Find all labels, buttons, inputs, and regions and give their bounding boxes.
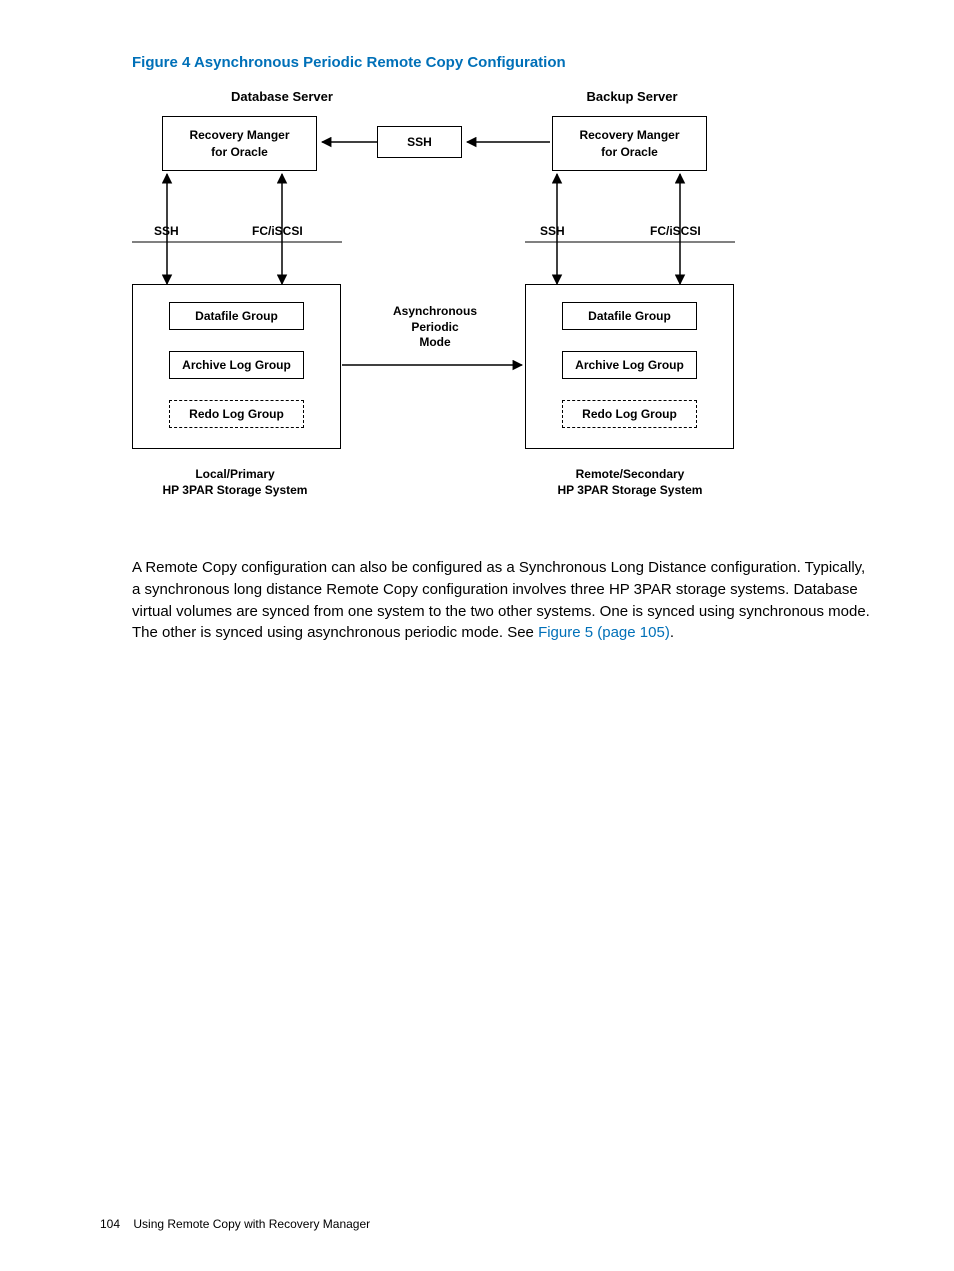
paragraph-after: .: [670, 624, 674, 641]
fciscsi-left-label: FC/iSCSI: [252, 224, 303, 240]
backup-server-header: Backup Server: [557, 89, 707, 104]
datafile-right: Datafile Group: [562, 302, 697, 330]
paragraph-text: A Remote Copy configuration can also be …: [132, 559, 870, 641]
diagram: Database Server Backup Server Recovery M…: [132, 89, 772, 529]
figure-title: Figure 4 Asynchronous Periodic Remote Co…: [132, 54, 874, 71]
archive-left: Archive Log Group: [169, 351, 304, 379]
remote-label: Remote/Secondary HP 3PAR Storage System: [530, 467, 730, 498]
body-paragraph: A Remote Copy configuration can also be …: [132, 557, 874, 644]
datafile-left: Datafile Group: [169, 302, 304, 330]
rm-oracle-left: Recovery Manger for Oracle: [162, 116, 317, 171]
footer-title: Using Remote Copy with Recovery Manager: [133, 1217, 370, 1231]
db-server-header: Database Server: [207, 89, 357, 104]
page-footer: 104 Using Remote Copy with Recovery Mana…: [100, 1217, 370, 1231]
fciscsi-right-label: FC/iSCSI: [650, 224, 701, 240]
redo-right: Redo Log Group: [562, 400, 697, 428]
ssh-right-label: SSH: [540, 224, 565, 240]
ssh-box: SSH: [377, 126, 462, 158]
local-label: Local/Primary HP 3PAR Storage System: [135, 467, 335, 498]
figure5-link[interactable]: Figure 5 (page 105): [538, 624, 670, 641]
rm-oracle-right: Recovery Manger for Oracle: [552, 116, 707, 171]
archive-right: Archive Log Group: [562, 351, 697, 379]
async-mode-label: Asynchronous Periodic Mode: [380, 304, 490, 351]
ssh-left-label: SSH: [154, 224, 179, 240]
redo-left: Redo Log Group: [169, 400, 304, 428]
page-number: 104: [100, 1217, 120, 1231]
